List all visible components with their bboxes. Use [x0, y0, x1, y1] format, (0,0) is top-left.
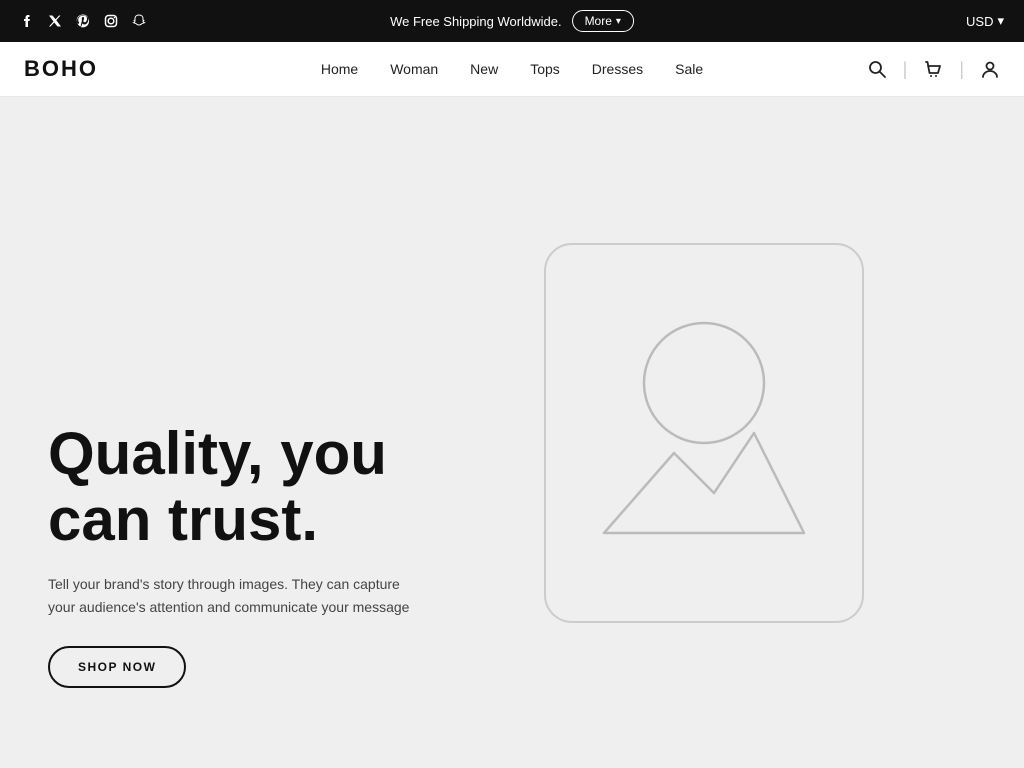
shipping-text: We Free Shipping Worldwide.: [390, 14, 562, 29]
nav-home[interactable]: Home: [321, 61, 358, 77]
hero-section: Quality, you can trust. Tell your brand'…: [0, 97, 1024, 768]
brand-logo[interactable]: BOHO: [24, 56, 98, 82]
nav-tops[interactable]: Tops: [530, 61, 560, 77]
facebook-icon[interactable]: [20, 14, 34, 28]
nav-links: Home Woman New Tops Dresses Sale: [321, 61, 703, 77]
twitter-icon[interactable]: [48, 14, 62, 28]
main-nav: BOHO Home Woman New Tops Dresses Sale | …: [0, 42, 1024, 97]
nav-actions: | |: [867, 59, 1000, 80]
currency-selector[interactable]: USD ▾: [966, 13, 1004, 29]
snapchat-icon[interactable]: [132, 14, 146, 28]
currency-arrow-icon: ▾: [997, 13, 1004, 29]
more-button[interactable]: More ▾: [572, 10, 634, 32]
cart-icon[interactable]: [923, 59, 943, 79]
nav-divider: |: [903, 59, 908, 80]
pinterest-icon[interactable]: [76, 14, 90, 28]
announcement-wrapper: We Free Shipping Worldwide. More ▾: [390, 10, 634, 32]
hero-title: Quality, you can trust.: [48, 421, 488, 553]
nav-new[interactable]: New: [470, 61, 498, 77]
hero-image-placeholder: [544, 243, 864, 623]
hero-content: Quality, you can trust. Tell your brand'…: [48, 421, 488, 688]
more-arrow-icon: ▾: [616, 16, 621, 27]
account-icon[interactable]: [980, 59, 1000, 79]
hero-subtitle: Tell your brand's story through images. …: [48, 573, 428, 618]
nav-woman[interactable]: Woman: [390, 61, 438, 77]
social-icons: [20, 14, 146, 28]
search-icon[interactable]: [867, 59, 887, 79]
nav-divider-2: |: [959, 59, 964, 80]
instagram-icon[interactable]: [104, 14, 118, 28]
nav-dresses[interactable]: Dresses: [592, 61, 643, 77]
announcement-bar: We Free Shipping Worldwide. More ▾ USD ▾: [0, 0, 1024, 42]
nav-sale[interactable]: Sale: [675, 61, 703, 77]
shop-now-button[interactable]: SHOP NOW: [48, 646, 186, 688]
